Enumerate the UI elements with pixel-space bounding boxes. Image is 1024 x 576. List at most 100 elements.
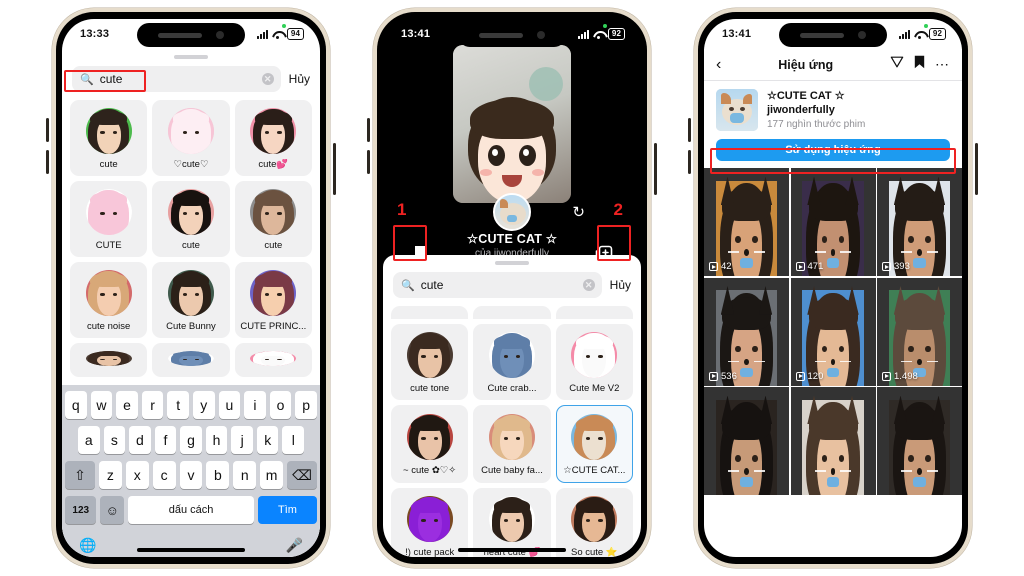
key-c[interactable]: c	[152, 461, 176, 489]
key-t[interactable]: t	[167, 391, 189, 419]
key-x[interactable]: x	[125, 461, 149, 489]
key-i[interactable]: i	[244, 391, 266, 419]
volume-up-button[interactable]	[688, 118, 691, 142]
key-z[interactable]: z	[99, 461, 122, 489]
effect-card[interactable]: cute	[70, 100, 148, 176]
cancel-button[interactable]: Hủy	[610, 278, 631, 292]
status-indicators: 92	[578, 28, 625, 40]
volume-up-button[interactable]	[367, 118, 370, 142]
video-cell[interactable]	[704, 387, 789, 495]
play-count: 393	[882, 261, 910, 272]
volume-down-button[interactable]	[367, 150, 370, 174]
key-d[interactable]: d	[129, 426, 151, 454]
power-button[interactable]	[975, 143, 978, 195]
effect-card[interactable]: Cute Me V2	[555, 324, 633, 400]
home-indicator[interactable]	[779, 548, 887, 552]
effect-card-selected[interactable]: ☆CUTE CAT...	[555, 405, 633, 483]
clear-icon[interactable]: ✕	[582, 279, 595, 291]
share-paper-plane-icon[interactable]	[890, 55, 904, 74]
key-r[interactable]: r	[141, 391, 164, 419]
key-y[interactable]: y	[193, 391, 215, 419]
power-button[interactable]	[654, 143, 657, 195]
flip-camera-icon[interactable]: ↻	[572, 203, 585, 221]
volume-down-button[interactable]	[46, 150, 49, 174]
play-count: 1.498	[882, 371, 918, 382]
effect-card[interactable]: CUTE	[70, 181, 148, 257]
key-u[interactable]: u	[218, 391, 241, 419]
more-dots-icon[interactable]: ⋯	[935, 57, 950, 72]
shift-key[interactable]: ⇧	[65, 461, 95, 489]
effect-card[interactable]: CUTE PRINC...	[234, 262, 312, 338]
chevron-left-icon[interactable]: ‹	[716, 56, 721, 73]
clear-icon[interactable]: ✕	[261, 73, 274, 85]
battery-indicator: 92	[929, 28, 946, 40]
sheet-grabber[interactable]	[174, 55, 208, 59]
search-input[interactable]: 🔍 cute ✕	[72, 66, 281, 92]
cancel-button[interactable]: Hủy	[289, 72, 310, 86]
video-cell[interactable]: 536	[704, 277, 789, 386]
microphone-icon[interactable]: 🎤	[286, 537, 303, 554]
video-cell[interactable]: 471	[790, 168, 876, 276]
video-cell[interactable]	[790, 387, 876, 495]
home-indicator[interactable]	[137, 548, 245, 552]
sheet-grabber[interactable]	[495, 261, 529, 265]
effect-card[interactable]: cute	[152, 181, 230, 257]
effect-card[interactable]: ~ cute ✿♡✧	[391, 405, 469, 483]
effect-card[interactable]: ♡cute♡	[152, 100, 230, 176]
globe-icon[interactable]: 🌐	[79, 537, 96, 554]
effect-card[interactable]: cute	[234, 181, 312, 257]
search-input[interactable]: 🔍 cute ✕	[393, 272, 602, 298]
key-o[interactable]: o	[269, 391, 292, 419]
emoji-key[interactable]: ☺	[100, 496, 125, 524]
video-cell[interactable]: 120	[790, 277, 876, 386]
effect-card[interactable]: cute noise	[70, 262, 148, 338]
key-g[interactable]: g	[180, 426, 202, 454]
effect-card[interactable]: !) cute pack	[391, 488, 469, 557]
key-p[interactable]: p	[295, 391, 317, 419]
use-effect-button[interactable]: Sử dụng hiệu ứng	[716, 139, 950, 161]
search-go-key[interactable]: Tìm	[257, 496, 317, 524]
volume-down-button[interactable]	[688, 150, 691, 174]
key-l[interactable]: l	[282, 426, 305, 454]
home-indicator[interactable]	[458, 548, 566, 552]
effect-card[interactable]	[234, 343, 312, 377]
key-h[interactable]: h	[205, 426, 228, 454]
video-grid: 42 471 393 536 120 1.498	[704, 168, 962, 495]
key-m[interactable]: m	[260, 461, 284, 489]
video-cell[interactable]: 42	[704, 168, 789, 276]
backspace-key[interactable]: ⌫	[287, 461, 317, 489]
key-n[interactable]: n	[233, 461, 257, 489]
effect-avatar[interactable]	[716, 89, 758, 131]
video-cell[interactable]: 393	[877, 168, 962, 276]
key-s[interactable]: s	[103, 426, 126, 454]
key-j[interactable]: j	[231, 426, 253, 454]
key-v[interactable]: v	[179, 461, 203, 489]
effect-avatar[interactable]	[493, 193, 531, 231]
space-key[interactable]: dấu cách	[128, 496, 254, 524]
key-w[interactable]: w	[90, 391, 113, 419]
effect-card[interactable]	[70, 343, 148, 377]
numeric-key[interactable]: 123	[65, 496, 97, 524]
effect-card[interactable]	[152, 343, 230, 377]
bookmark-filled-icon[interactable]	[914, 55, 925, 74]
effect-card[interactable]: heart cute 💕	[473, 488, 551, 557]
key-q[interactable]: q	[65, 391, 87, 419]
key-k[interactable]: k	[256, 426, 279, 454]
effect-card[interactable]: Cute crab...	[473, 324, 551, 400]
power-button[interactable]	[333, 143, 336, 195]
camera-preview[interactable]	[453, 45, 571, 203]
effect-card[interactable]: cute tone	[391, 324, 469, 400]
effect-card[interactable]: So cute ⭐	[555, 488, 633, 557]
video-cell[interactable]: 1.498	[877, 277, 962, 386]
key-e[interactable]: e	[116, 391, 138, 419]
search-row: 🔍 cute ✕ Hủy	[62, 63, 320, 100]
key-a[interactable]: a	[77, 426, 100, 454]
effect-card[interactable]: Cute baby fa...	[473, 405, 551, 483]
volume-up-button[interactable]	[46, 118, 49, 142]
key-f[interactable]: f	[154, 426, 177, 454]
effect-search-sheet: 🔍 cute ✕ Hủy cute ♡cute♡ cute💕 CUTE cute…	[62, 49, 320, 557]
key-b[interactable]: b	[206, 461, 230, 489]
effect-card[interactable]: Cute Bunny	[152, 262, 230, 338]
video-cell[interactable]	[877, 387, 962, 495]
effect-card[interactable]: cute💕	[234, 100, 312, 176]
